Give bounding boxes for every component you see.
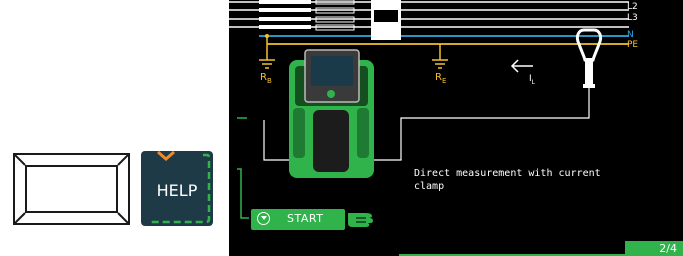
start-button[interactable]: START (251, 209, 345, 230)
instruction-caption: Direct measurement with current clamp (414, 168, 601, 192)
rb-label: RB (260, 72, 272, 85)
page-indicator: 2/4 (625, 241, 683, 256)
pointing-hand-icon (348, 213, 373, 227)
down-arrow-circle-icon (257, 212, 270, 225)
tester-device-icon (289, 49, 374, 178)
il-label: IL (529, 74, 535, 86)
page-indicator-label: 2/4 (659, 242, 677, 255)
line-label-l3: L3 (627, 13, 638, 23)
softkey-face (25, 165, 118, 213)
instrument-display: RCD L2 L3 N PE RB RE IL Direct measureme… (229, 0, 683, 256)
line-label-l2: L2 (627, 2, 638, 12)
rcd-label: RCD (376, 11, 398, 21)
line-label-pe: PE (627, 40, 639, 50)
re-label: RE (435, 72, 447, 85)
help-button[interactable]: HELP (141, 151, 213, 226)
softkey-button[interactable] (13, 153, 130, 225)
chevron-down-icon (157, 151, 175, 161)
start-label: START (287, 212, 324, 225)
help-label: HELP (156, 181, 198, 200)
line-label-n: N (627, 30, 634, 40)
current-clamp-icon (575, 28, 603, 88)
